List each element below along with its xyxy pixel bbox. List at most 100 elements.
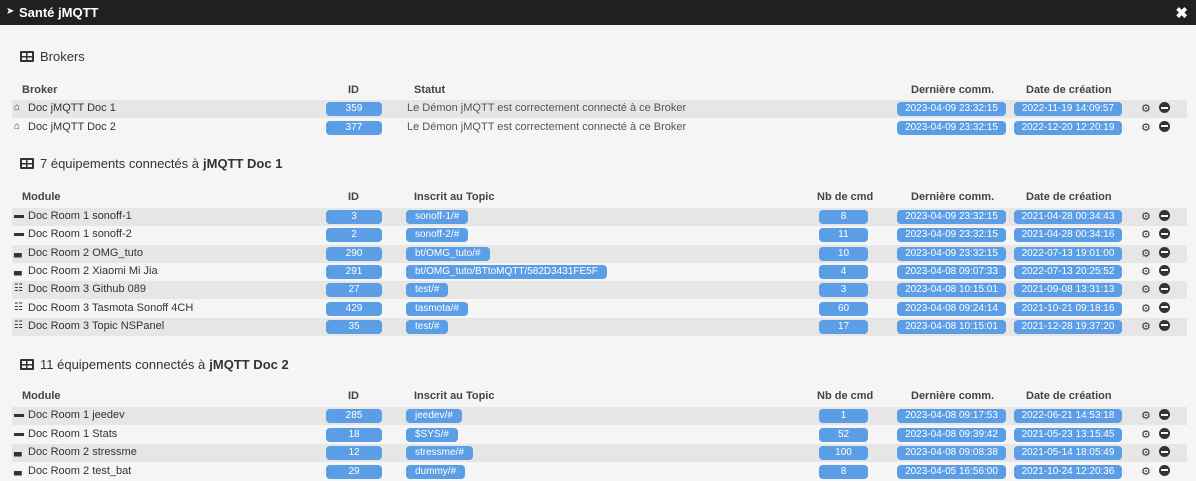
module-name[interactable]: Doc Room 2 Xiaomi Mi Jia [28,265,158,277]
gears-icon[interactable]: ⚙ [1141,210,1151,223]
minus-circle-icon[interactable] [1159,427,1170,439]
cmd-count-badge: 10 [819,246,868,261]
minus-circle-icon[interactable] [1159,409,1170,420]
gears-icon[interactable]: ⚙ [1141,228,1151,241]
module-name[interactable]: Doc Room 2 stressme [28,446,137,458]
table-row[interactable]: ▃ Doc Room 2 OMG_tuto 290 bt/OMG_tuto/# 10 20… [12,244,1187,263]
sofa-icon: ▬ [14,210,24,221]
minus-circle-icon[interactable] [1159,301,1170,313]
minus-circle-icon[interactable] [1159,264,1170,276]
window-title: Santé jMQTT [19,5,99,20]
module-name[interactable]: Doc Room 3 Tasmota Sonoff 4CH [28,302,193,314]
gears-icon[interactable]: ⚙ [1141,121,1151,134]
last-comm-badge: 2023-04-05 16:56:00 [897,464,1006,479]
module-name[interactable]: Doc Room 1 jeedev [28,409,125,421]
desk-icon: ☷ [14,319,23,331]
gears-icon[interactable]: ⚙ [1141,265,1151,278]
id-badge: 290 [326,246,382,261]
minus-circle-icon[interactable] [1159,246,1170,258]
id-badge: 2 [326,228,382,243]
brokers-title: Brokers [20,49,85,64]
table-row[interactable]: ▃ Doc Room 2 test_bat 29 dummy/# 8 2023-04-05… [12,462,1187,481]
module-name[interactable]: Doc jMQTT Doc 2 [28,121,116,133]
last-comm-badge: 2023-04-09 23:32:15 [897,246,1006,261]
topic-badge: dummy/# [406,464,466,479]
table-row[interactable]: ⌂ Doc jMQTT Doc 1 359 Le Démon jMQTT est co… [12,100,1187,118]
table-row[interactable]: ▃ Doc Room 2 stressme 12 stressme/# 100 2023-… [12,444,1187,462]
table-row[interactable]: ▃ Doc Room 2 Xiaomi Mi Jia 291 bt/OMG_tuto/… [12,262,1187,281]
table-row[interactable]: ▬ Doc Room 1 jeedev 285 jeedev/# 1 2023-04-08… [12,407,1187,425]
module-name[interactable]: Doc Room 3 Github 089 [28,283,146,295]
status-text: Le Démon jMQTT est correctement connecté… [407,102,687,114]
topic-badge: $SYS/# [406,427,458,442]
doc2-section: 11 équipements connectés à jMQTT Doc 2 M… [12,354,1187,481]
header-statut: Statut [414,84,446,96]
topic-badge: bt/OMG_tuto/BTtoMQTT/582D3431FE5F [406,264,607,279]
module-name[interactable]: Doc Room 1 sonoff-2 [28,228,132,240]
gears-icon[interactable]: ⚙ [1141,465,1151,478]
minus-circle-icon[interactable] [1159,319,1170,331]
header-topic: Inscrit au Topic [414,390,495,402]
header-nb-cmd: Nb de cmd [817,390,874,402]
brokers-table-header: Broker ID Statut Dernière comm. Date de … [12,82,1187,98]
table-icon [20,158,34,169]
table-row[interactable]: ☷ Doc Room 3 Tasmota Sonoff 4CH 429 tasmota… [12,299,1187,318]
topic-badge: tasmota/# [406,301,468,316]
doc2-title-broker: jMQTT Doc 2 [209,357,289,372]
created-badge: 2021-05-14 18:05:49 [1014,446,1122,460]
bed-icon: ▃ [14,246,22,258]
table-row[interactable]: ▬ Doc Room 1 sonoff-1 3 sonoff-1/# 8 2023-04-… [12,208,1187,226]
gears-icon[interactable]: ⚙ [1141,409,1151,422]
sofa-icon: ▬ [14,228,24,240]
gears-icon[interactable]: ⚙ [1141,247,1151,260]
gears-icon[interactable]: ⚙ [1141,283,1151,296]
window-titlebar: ➤ Santé jMQTT ✖ [0,0,1196,25]
table-row[interactable]: ▬ Doc Room 1 Stats 18 $SYS/# 52 2023-04-08 09… [12,425,1187,444]
doc2-title-text: 11 équipements connectés à [40,357,206,372]
module-name[interactable]: Doc Room 2 OMG_tuto [28,247,143,259]
created-badge: 2021-05-23 13:15:45 [1014,427,1122,442]
last-comm-badge: 2023-04-09 23:32:15 [897,120,1006,135]
cmd-count-badge: 17 [819,319,868,334]
module-name[interactable]: Doc Room 1 Stats [28,428,117,440]
created-badge: 2021-04-28 00:34:43 [1014,210,1122,224]
header-id: ID [348,191,359,203]
table-row[interactable]: ☷ Doc Room 3 Github 089 27 test/# 3 2023-04-0… [12,281,1187,300]
module-name[interactable]: Doc jMQTT Doc 1 [28,102,116,114]
header-created: Date de création [1026,84,1112,96]
doc1-title-broker: jMQTT Doc 1 [203,156,283,171]
close-icon[interactable]: ✖ [1175,4,1188,22]
created-badge: 2021-10-21 09:18:16 [1014,301,1122,316]
header-topic: Inscrit au Topic [414,191,495,203]
gears-icon[interactable]: ⚙ [1141,302,1151,315]
minus-circle-icon[interactable] [1159,228,1170,240]
id-badge: 27 [326,283,382,298]
minus-circle-icon[interactable] [1159,283,1170,295]
chevron-right-icon[interactable]: ➤ [6,6,14,17]
module-name[interactable]: Doc Room 3 Topic NSPanel [28,320,164,332]
cmd-count-badge: 60 [819,301,868,316]
gears-icon[interactable]: ⚙ [1141,102,1151,115]
table-row[interactable]: ☷ Doc Room 3 Topic NSPanel 35 test/# 17 2023-… [12,317,1187,336]
topic-badge: sonoff-2/# [406,228,469,243]
minus-circle-icon[interactable] [1159,210,1170,221]
gears-icon[interactable]: ⚙ [1141,320,1151,333]
module-name[interactable]: Doc Room 1 sonoff-1 [28,210,132,222]
minus-circle-icon[interactable] [1159,102,1170,113]
minus-circle-icon[interactable] [1159,464,1170,476]
minus-circle-icon[interactable] [1159,446,1170,457]
table-row[interactable]: ⌂ Doc jMQTT Doc 2 377 Le Démon jMQTT est co… [12,118,1187,137]
table-row[interactable]: ▬ Doc Room 1 sonoff-2 2 sonoff-2/# 11 2023-04… [12,226,1187,245]
minus-circle-icon[interactable] [1159,120,1170,132]
header-nb-cmd: Nb de cmd [817,191,874,203]
bed-icon: ▃ [14,464,22,476]
gears-icon[interactable]: ⚙ [1141,446,1151,459]
module-name[interactable]: Doc Room 2 test_bat [28,465,131,477]
topic-badge: sonoff-1/# [406,210,469,224]
sofa-icon: ▬ [14,427,24,439]
doc1-title-text: 7 équipements connectés à [40,156,199,171]
id-badge: 429 [326,301,382,316]
id-badge: 285 [326,409,382,423]
gears-icon[interactable]: ⚙ [1141,428,1151,441]
table-icon [20,359,34,370]
